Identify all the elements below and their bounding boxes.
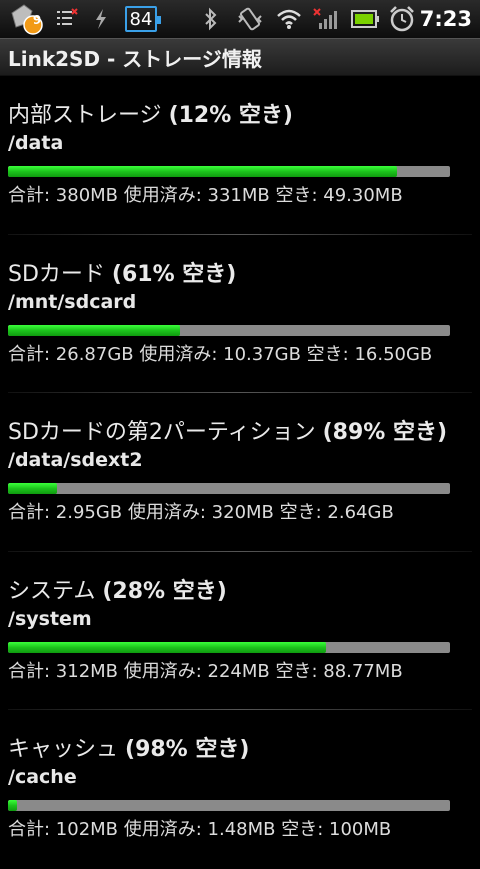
storage-usage-bar	[8, 166, 450, 177]
list-check-icon	[52, 0, 82, 38]
storage-usage-fill	[8, 800, 17, 812]
storage-name-label: システム	[8, 578, 96, 604]
vibrate-icon	[234, 0, 266, 38]
notification-count: 9	[32, 13, 42, 27]
storage-name-label: キャッシュ	[8, 737, 119, 763]
storage-name: キャッシュ (98% 空き)	[8, 731, 249, 763]
page-title: Link2SD - ストレージ情報	[8, 46, 262, 71]
storage-free-percent: (12% 空き)	[168, 103, 293, 128]
storage-usage-bar	[8, 641, 450, 653]
battery-level: 84	[129, 8, 153, 30]
storage-path: /mnt/sdcard	[8, 290, 137, 313]
app-notification-icon: 9	[4, 0, 48, 38]
storage-name-label: SDカード	[8, 261, 105, 287]
storage-usage-fill	[8, 641, 327, 653]
storage-item-system[interactable]: システム (28% 空き) /system 合計: 312MB 使用済み: 22…	[0, 552, 480, 711]
storage-usage-bar	[8, 800, 450, 812]
battery-icon	[350, 0, 380, 38]
wifi-icon	[274, 0, 304, 38]
status-time: 7:23	[419, 7, 472, 31]
storage-item-sdcard[interactable]: SDカード (61% 空き) /mnt/sdcard 合計: 26.87GB 使…	[0, 235, 480, 394]
storage-item-internal[interactable]: 内部ストレージ (12% 空き) /data 合計: 380MB 使用済み: 3…	[0, 76, 480, 235]
storage-name: 内部ストレージ (12% 空き)	[8, 97, 293, 129]
storage-usage-fill	[8, 166, 397, 177]
storage-name-label: SDカードの第2パーティション	[8, 420, 316, 446]
storage-details: 合計: 380MB 使用済み: 331MB 空き: 49.30MB	[8, 185, 403, 206]
storage-usage-bar	[8, 483, 450, 495]
storage-usage-bar	[8, 324, 450, 336]
storage-free-percent: (98% 空き)	[125, 737, 250, 763]
storage-path: /cache	[8, 766, 77, 789]
storage-path: /data/sdext2	[8, 449, 143, 472]
storage-name-label: 内部ストレージ	[8, 103, 162, 128]
title-bar: Link2SD - ストレージ情報	[0, 38, 480, 76]
storage-list: 内部ストレージ (12% 空き) /data 合計: 380MB 使用済み: 3…	[0, 76, 480, 869]
battery-percent-icon: 84	[122, 0, 161, 38]
storage-free-percent: (28% 空き)	[102, 578, 227, 604]
storage-path: /system	[8, 607, 92, 630]
storage-name: SDカードの第2パーティション (89% 空き)	[8, 414, 447, 446]
alarm-clock-icon	[386, 0, 418, 38]
storage-details: 合計: 26.87GB 使用済み: 10.37GB 空き: 16.50GB	[8, 343, 433, 365]
storage-free-percent: (61% 空き)	[111, 261, 237, 287]
storage-name: システム (28% 空き)	[8, 573, 227, 605]
storage-details: 合計: 102MB 使用済み: 1.48MB 空き: 100MB	[8, 819, 392, 841]
status-bar[interactable]: 9 84 7:23	[0, 0, 480, 38]
storage-item-cache[interactable]: キャッシュ (98% 空き) /cache 合計: 102MB 使用済み: 1.…	[0, 710, 480, 869]
storage-path: /data	[8, 132, 64, 154]
usb-charging-icon	[88, 0, 114, 38]
storage-details: 合計: 2.95GB 使用済み: 320MB 空き: 2.64GB	[8, 502, 394, 524]
storage-free-percent: (89% 空き)	[322, 420, 448, 446]
bluetooth-icon	[198, 0, 224, 38]
storage-usage-fill	[8, 483, 57, 495]
storage-name: SDカード (61% 空き)	[8, 256, 236, 288]
storage-details: 合計: 312MB 使用済み: 224MB 空き: 88.77MB	[8, 660, 403, 682]
storage-usage-fill	[8, 324, 181, 336]
storage-item-sdext2[interactable]: SDカードの第2パーティション (89% 空き) /data/sdext2 合計…	[0, 393, 480, 552]
signal-no-data-icon	[310, 0, 340, 38]
